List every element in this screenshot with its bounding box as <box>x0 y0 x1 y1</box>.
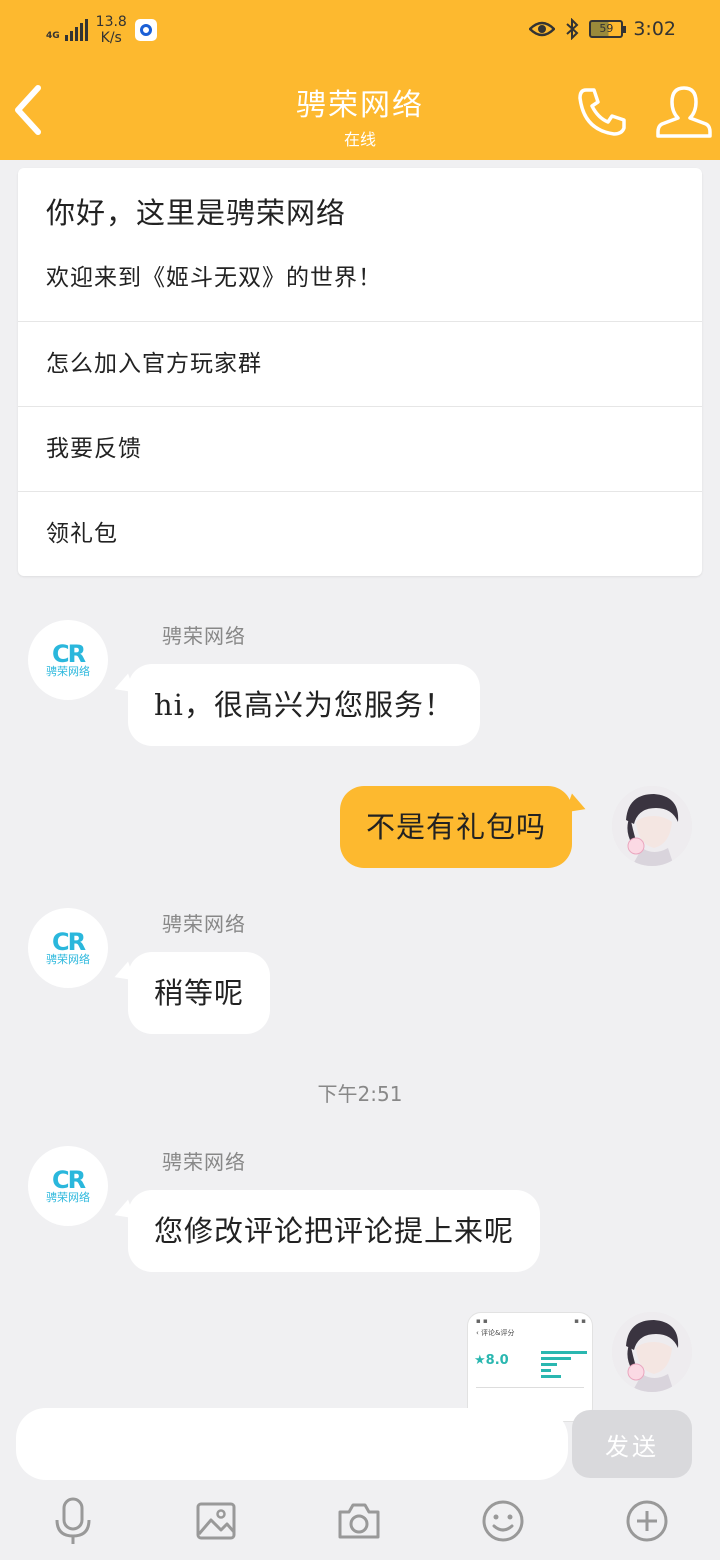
signal-icon: 4G <box>46 19 88 41</box>
input-toolbar <box>0 1490 720 1560</box>
network-speed-value: 13.8 <box>95 14 127 30</box>
camera-icon <box>338 1503 380 1539</box>
network-speed-unit: K/s <box>100 30 122 46</box>
message-bubble-incoming[interactable]: 稍等呢 <box>128 952 271 1034</box>
card-header: 你好，这里是骋荣网络 欢迎来到《姬斗无双》的世界！ <box>18 168 702 322</box>
bot-avatar[interactable]: CR 骋荣网络 <box>28 620 108 700</box>
image-button[interactable] <box>191 1496 241 1546</box>
battery-icon: 59 <box>589 20 627 38</box>
composer: 发送 <box>0 1400 720 1490</box>
thumbnail-score: ★8.0 <box>474 1353 509 1368</box>
plus-circle-icon <box>626 1500 668 1542</box>
message-bubble-incoming[interactable]: hi，很高兴为您服务！ <box>128 664 480 746</box>
thumbnail-title-text: 评论&评分 <box>481 1329 515 1337</box>
status-right: 59 3:02 <box>529 18 676 40</box>
user-avatar-image <box>612 1312 692 1392</box>
message-bubble-incoming[interactable]: 您修改评论把评论提上来呢 <box>128 1190 541 1272</box>
image-icon <box>196 1502 236 1540</box>
app-notification-icon <box>134 19 157 41</box>
bot-logo-sub: 骋荣网络 <box>46 953 90 966</box>
menu-item-feedback[interactable]: 我要反馈 <box>18 407 702 492</box>
voice-button[interactable] <box>48 1496 98 1546</box>
title-bar: 骋荣网络 在线 <box>0 62 720 160</box>
send-button[interactable]: 发送 <box>572 1410 692 1478</box>
bot-logo-text: CR <box>51 1166 86 1194</box>
status-bar: 4G 13.8 K/s 59 3:02 <box>0 0 720 62</box>
bluetooth-icon <box>566 18 579 40</box>
clock: 3:02 <box>633 18 676 40</box>
bot-logo-sub: 骋荣网络 <box>46 1191 90 1204</box>
bot-logo-sub: 骋荣网络 <box>46 665 90 678</box>
more-button[interactable] <box>622 1496 672 1546</box>
microphone-icon <box>55 1497 91 1544</box>
emoji-button[interactable] <box>478 1496 528 1546</box>
message-input[interactable] <box>16 1408 568 1480</box>
thumbnail-score-value: 8.0 <box>485 1353 509 1368</box>
user-avatar-image <box>612 786 692 866</box>
person-icon <box>656 86 712 138</box>
menu-item-join-group[interactable]: 怎么加入官方玩家群 <box>18 322 702 407</box>
eye-icon <box>529 21 556 37</box>
bot-logo-text: CR <box>51 640 86 668</box>
bot-avatar[interactable]: CR 骋荣网络 <box>28 1146 108 1226</box>
menu-item-gift-pack[interactable]: 领礼包 <box>18 492 702 577</box>
network-speed: 13.8 K/s <box>96 14 127 46</box>
sender-name: 骋荣网络 <box>162 912 246 936</box>
thumbnail-title: ‹ 评论&评分 <box>476 1329 515 1337</box>
network-type: 4G <box>46 31 60 41</box>
thumbnail-rating: ★8.0 <box>468 1341 592 1381</box>
phone-icon <box>578 88 626 136</box>
thumbnail-rating-bars <box>540 1351 587 1378</box>
bot-avatar[interactable]: CR 骋荣网络 <box>28 908 108 988</box>
card-greeting: 你好，这里是骋荣网络 <box>46 196 347 230</box>
user-avatar[interactable] <box>612 786 692 866</box>
profile-button[interactable] <box>654 82 714 142</box>
camera-button[interactable] <box>334 1496 384 1546</box>
call-button[interactable] <box>574 84 630 140</box>
message-timestamp: 下午2:51 <box>317 1082 403 1106</box>
user-avatar[interactable] <box>612 1312 692 1392</box>
status-left: 4G 13.8 K/s <box>46 14 157 46</box>
message-bubble-outgoing[interactable]: 不是有礼包吗 <box>340 786 573 868</box>
thumbnail-statusbar: ▪ ▪ ▪ ▪ <box>476 1317 586 1325</box>
emoji-icon <box>482 1500 524 1542</box>
sender-name: 骋荣网络 <box>162 624 246 648</box>
card-welcome: 欢迎来到《姬斗无双》的世界！ <box>46 265 382 291</box>
quick-menu-card: 你好，这里是骋荣网络 欢迎来到《姬斗无双》的世界！ 怎么加入官方玩家群 我要反馈… <box>18 168 702 576</box>
sender-name: 骋荣网络 <box>162 1150 246 1174</box>
bot-logo-text: CR <box>51 928 86 956</box>
battery-level: 59 <box>599 22 614 35</box>
